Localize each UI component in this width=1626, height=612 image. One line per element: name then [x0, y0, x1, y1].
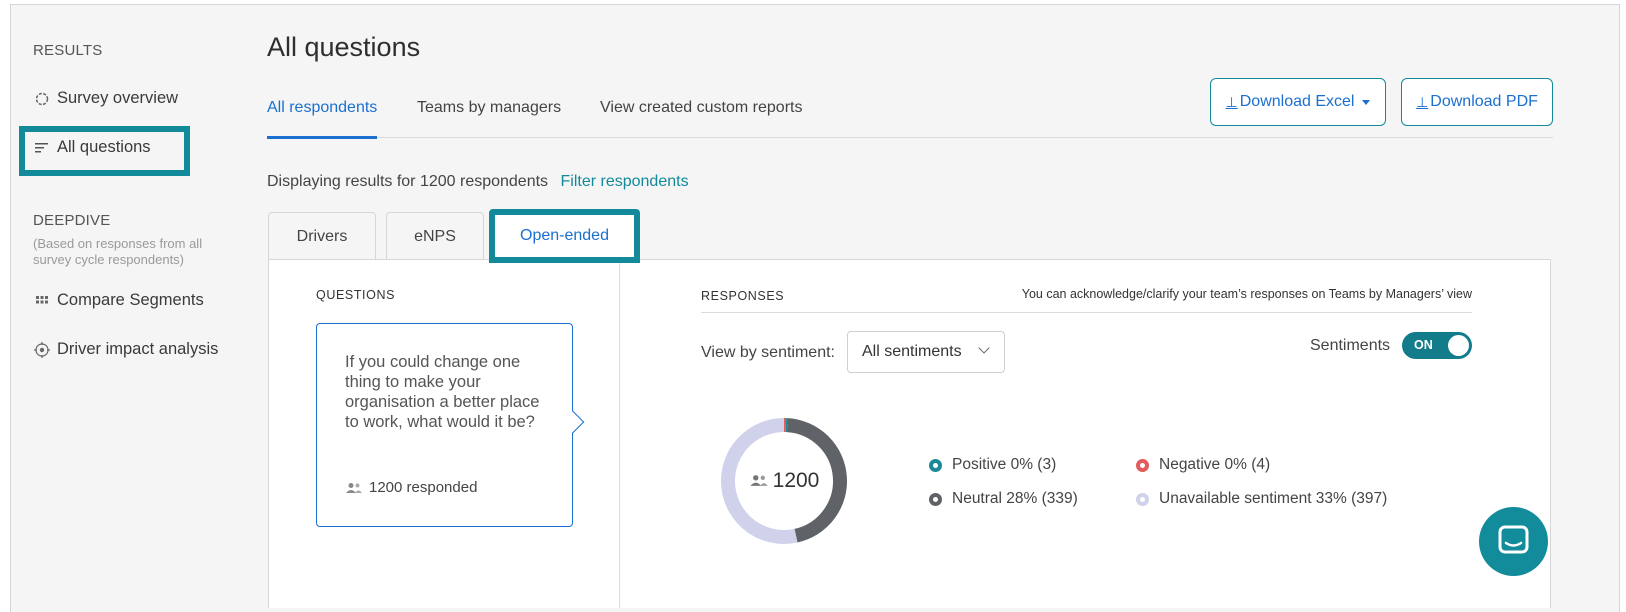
- people-icon: [345, 482, 363, 494]
- legend-dot: [1136, 492, 1149, 506]
- responses-header: RESPONSES You can acknowledge/clarify yo…: [701, 287, 1472, 313]
- sentiment-donut: 1200: [719, 416, 849, 546]
- deepdive-note: (Based on responses from all survey cycl…: [33, 236, 203, 267]
- sentiment-select[interactable]: All sentiments: [847, 331, 1005, 373]
- sidebar-item-survey-overview[interactable]: Survey overview: [33, 89, 178, 108]
- toggle-knob: [1448, 335, 1469, 356]
- legend-neutral: Neutral 28% (339): [929, 490, 1078, 508]
- legend-positive: Positive 0% (3): [929, 456, 1056, 474]
- tab-all-respondents[interactable]: All respondents: [267, 96, 378, 139]
- tab-drivers[interactable]: Drivers: [268, 212, 376, 260]
- target-icon: [33, 341, 51, 359]
- respondent-count-line: Displaying results for 1200 respondents …: [267, 173, 689, 191]
- caret-down-icon: [1362, 99, 1371, 105]
- sidebar: RESULTS Survey overview All questions DE…: [11, 5, 261, 612]
- sidebar-item-label: Compare Segments: [57, 291, 204, 309]
- grid-icon: [33, 292, 51, 310]
- download-excel-button[interactable]: ⊥ Download Excel: [1210, 78, 1386, 126]
- circle-icon: [33, 90, 51, 108]
- legend-unavailable: Unavailable sentiment 33% (397): [1136, 490, 1387, 508]
- responded-count: 1200 responded: [345, 479, 477, 496]
- donut-total: 1200: [772, 469, 820, 492]
- legend-dot: [929, 492, 942, 506]
- question-text: If you could change one thing to make yo…: [345, 353, 540, 431]
- legend-label: Neutral 28% (339): [952, 490, 1078, 507]
- legend-dot: [1136, 458, 1149, 472]
- page-title: All questions: [267, 32, 421, 62]
- download-icon: ⊥: [1416, 93, 1429, 110]
- sidebar-item-label: Driver impact analysis: [57, 340, 219, 358]
- question-card[interactable]: If you could change one thing to make yo…: [316, 323, 585, 527]
- download-icon: ⊥: [1225, 93, 1238, 110]
- legend-label: Positive 0% (3): [952, 456, 1057, 473]
- sentiment-select-value: All sentiments: [862, 343, 962, 360]
- responses-note: You can acknowledge/clarify your team’s …: [1021, 287, 1472, 301]
- view-by-label: View by sentiment:: [701, 344, 835, 361]
- download-pdf-label: Download PDF: [1430, 93, 1538, 110]
- card-pointer: [561, 410, 585, 434]
- tab-teams-by-managers[interactable]: Teams by managers: [417, 96, 561, 138]
- questions-heading: QUESTIONS: [316, 288, 396, 302]
- responses-heading: RESPONSES: [701, 289, 785, 303]
- donut-center: 1200: [719, 416, 849, 546]
- chat-launcher[interactable]: [1479, 507, 1548, 576]
- panel-divider: [619, 260, 620, 608]
- people-icon: [749, 469, 769, 493]
- sidebar-item-label: Survey overview: [57, 89, 179, 107]
- tab-enps[interactable]: eNPS: [386, 212, 484, 260]
- responded-label: 1200 responded: [369, 479, 478, 496]
- results-panel: QUESTIONS If you could change one thing …: [268, 259, 1551, 608]
- results-heading: RESULTS: [33, 42, 103, 59]
- chevron-down-icon: [978, 342, 990, 354]
- sentiments-label: Sentiments: [1310, 337, 1391, 354]
- download-pdf-button[interactable]: ⊥ Download PDF: [1401, 78, 1553, 126]
- chat-icon: [1498, 525, 1529, 554]
- tab-custom-reports[interactable]: View created custom reports: [600, 96, 802, 138]
- tab-open-ended[interactable]: Open-ended: [489, 209, 640, 263]
- sidebar-item-driver-impact-analysis[interactable]: Driver impact analysis: [33, 340, 218, 359]
- filter-respondents-link[interactable]: Filter respondents: [561, 173, 689, 190]
- legend-negative: Negative 0% (4): [1136, 456, 1270, 474]
- legend-label: Negative 0% (4): [1159, 456, 1271, 473]
- legend-label: Unavailable sentiment 33% (397): [1159, 490, 1388, 507]
- download-excel-label: Download Excel: [1239, 93, 1355, 110]
- highlight-all-questions: [19, 126, 190, 176]
- sentiments-toggle[interactable]: ON: [1402, 332, 1472, 359]
- sidebar-item-compare-segments[interactable]: Compare Segments: [33, 291, 204, 310]
- toggle-state: ON: [1414, 338, 1433, 352]
- respondent-count-text: Displaying results for 1200 respondents: [267, 173, 549, 190]
- legend-dot: [929, 458, 942, 472]
- deepdive-heading: DEEPDIVE: [33, 212, 111, 229]
